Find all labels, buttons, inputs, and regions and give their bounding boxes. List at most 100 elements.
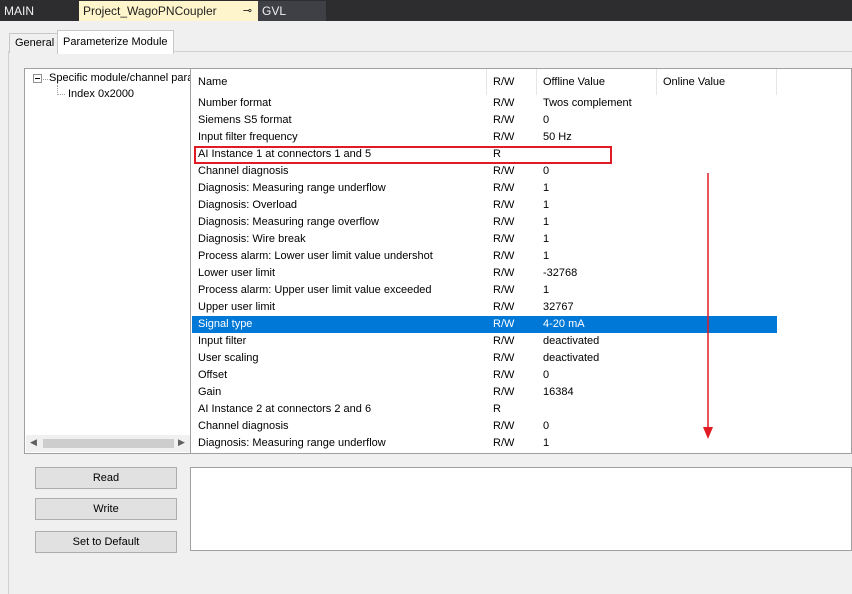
parameter-name-cell: Channel diagnosis	[198, 420, 289, 432]
offline-value-cell[interactable]: deactivated	[543, 350, 599, 367]
table-row[interactable]: Diagnosis: Measuring range underflow R/W 1	[192, 435, 777, 452]
access-cell[interactable]: R/W	[493, 418, 514, 435]
table-row[interactable]: Input filter R/W deactivated	[192, 333, 777, 350]
table-row[interactable]: Upper user limit R/W 32767	[192, 299, 777, 316]
column-header-offline-value[interactable]: Offline Value	[537, 69, 656, 95]
scrollbar-thumb[interactable]	[43, 439, 174, 448]
parameter-name-cell: Input filter	[198, 335, 247, 347]
table-row[interactable]: User scaling R/W deactivated	[192, 350, 777, 367]
down-arrow-annotation	[703, 173, 713, 439]
access-cell[interactable]: R/W	[493, 333, 514, 350]
offline-value-cell[interactable]: 0	[543, 163, 549, 180]
table-row[interactable]: Gain R/W 16384	[192, 384, 777, 401]
editor-window: MAIN Project_WagoPNCoupler ⊸ GVL General…	[0, 0, 852, 594]
module-tree[interactable]: Specific module/channel para Index 0x200…	[24, 68, 191, 454]
scroll-left-icon[interactable]: ◀	[30, 437, 37, 448]
offline-value-cell[interactable]: 16384	[543, 384, 574, 401]
table-row[interactable]: Process alarm: Lower user limit value un…	[192, 248, 777, 265]
offline-value-cell[interactable]: -32768	[543, 265, 577, 282]
doc-tab-gvl[interactable]: GVL	[258, 1, 326, 21]
column-header-online-value[interactable]: Online Value	[657, 69, 776, 95]
column-header-rw[interactable]: R/W	[487, 69, 536, 95]
offline-value-cell[interactable]: 0	[543, 112, 549, 129]
doc-tab-label: GVL	[262, 4, 287, 18]
access-cell[interactable]: R/W	[493, 282, 514, 299]
access-cell[interactable]: R/W	[493, 350, 514, 367]
write-button[interactable]: Write	[35, 498, 177, 520]
access-cell[interactable]: R/W	[493, 129, 514, 146]
table-row[interactable]: AI Instance 2 at connectors 2 and 6 R	[192, 401, 777, 418]
access-cell[interactable]: R/W	[493, 214, 514, 231]
access-cell[interactable]: R/W	[493, 231, 514, 248]
parameter-name-cell: Channel diagnosis	[198, 165, 289, 177]
table-row[interactable]: Signal type R/W 4-20 mA	[192, 316, 777, 333]
table-row[interactable]: Channel diagnosis R/W 0	[192, 418, 777, 435]
offline-value-cell[interactable]: 0	[543, 418, 549, 435]
read-button[interactable]: Read	[35, 467, 177, 489]
access-cell[interactable]: R/W	[493, 367, 514, 384]
offline-value-cell[interactable]: 1	[543, 248, 549, 265]
tree-horizontal-scrollbar[interactable]: ◀ ▶	[26, 435, 190, 452]
offline-value-cell[interactable]: 50 Hz	[543, 129, 572, 146]
access-cell[interactable]: R/W	[493, 180, 514, 197]
tree-connector	[57, 94, 65, 95]
table-row[interactable]: Siemens S5 format R/W 0	[192, 112, 777, 129]
column-header-name[interactable]: Name	[192, 69, 487, 95]
tab-label: Parameterize Module	[63, 36, 168, 48]
tree-node-index-0x2000[interactable]: Index 0x2000	[68, 88, 134, 100]
access-cell[interactable]: R/W	[493, 112, 514, 129]
table-row[interactable]: Diagnosis: Overload R/W 1	[192, 197, 777, 214]
parameter-name-cell: Process alarm: Lower user limit value un…	[198, 250, 433, 262]
tab-general[interactable]: General	[9, 33, 61, 53]
table-row[interactable]: Lower user limit R/W -32768	[192, 265, 777, 282]
offline-value-cell[interactable]: 1	[543, 231, 549, 248]
table-row[interactable]: Input filter frequency R/W 50 Hz	[192, 129, 777, 146]
parameter-name-cell: Lower user limit	[198, 267, 276, 279]
offline-value-cell[interactable]: 1	[543, 214, 549, 231]
access-cell[interactable]: R/W	[493, 435, 514, 452]
access-cell[interactable]: R/W	[493, 316, 514, 333]
doc-tab-project[interactable]: Project_WagoPNCoupler ⊸	[79, 1, 258, 21]
offline-value-cell[interactable]: 32767	[543, 299, 574, 316]
tree-connector	[43, 79, 48, 80]
access-cell[interactable]: R	[493, 401, 501, 418]
tab-parameterize-module[interactable]: Parameterize Module	[57, 30, 174, 54]
offline-value-cell[interactable]: 1	[543, 197, 549, 214]
parameter-name-cell: Upper user limit	[198, 301, 276, 313]
table-row[interactable]: Diagnosis: Measuring range underflow R/W 1	[192, 180, 777, 197]
table-row[interactable]: Offset R/W 0	[192, 367, 777, 384]
table-row[interactable]: Diagnosis: Wire break R/W 1	[192, 231, 777, 248]
scroll-right-icon[interactable]: ▶	[178, 437, 185, 448]
parameter-name-cell: Process alarm: Upper user limit value ex…	[198, 284, 432, 296]
offline-value-cell[interactable]: 1	[543, 282, 549, 299]
access-cell[interactable]: R/W	[493, 248, 514, 265]
parameter-name-cell: Siemens S5 format	[198, 114, 292, 126]
access-cell[interactable]: R/W	[493, 384, 514, 401]
doc-tab-label: MAIN	[4, 4, 34, 18]
table-row[interactable]: Diagnosis: Measuring range overflow R/W 1	[192, 214, 777, 231]
collapse-icon[interactable]	[33, 74, 42, 83]
table-row[interactable]: Process alarm: Upper user limit value ex…	[192, 282, 777, 299]
table-row[interactable]: Number format R/W Twos complement	[192, 95, 777, 112]
tree-node-specific-module[interactable]: Specific module/channel para	[49, 72, 190, 84]
offline-value-cell[interactable]: 0	[543, 367, 549, 384]
access-cell[interactable]: R/W	[493, 265, 514, 282]
access-cell[interactable]: R/W	[493, 95, 514, 112]
access-cell[interactable]: R/W	[493, 163, 514, 180]
offline-value-cell[interactable]: 1	[543, 180, 549, 197]
parameter-grid[interactable]: Name R/W Offline Value Online Value Numb…	[191, 68, 852, 454]
column-divider[interactable]	[776, 69, 777, 95]
table-row[interactable]: Channel diagnosis R/W 0	[192, 163, 777, 180]
parameter-name-cell: Diagnosis: Overload	[198, 199, 298, 211]
doc-tab-main[interactable]: MAIN	[0, 1, 78, 21]
pin-icon[interactable]: ⊸	[243, 1, 252, 21]
set-to-default-button[interactable]: Set to Default	[35, 531, 177, 553]
output-text-area[interactable]	[190, 467, 852, 551]
access-cell[interactable]: R/W	[493, 299, 514, 316]
offline-value-cell[interactable]: Twos complement	[543, 95, 632, 112]
parameter-name-cell: Diagnosis: Wire break	[198, 233, 306, 245]
access-cell[interactable]: R/W	[493, 197, 514, 214]
offline-value-cell[interactable]: 1	[543, 435, 549, 452]
offline-value-cell[interactable]: deactivated	[543, 333, 599, 350]
offline-value-cell[interactable]: 4-20 mA	[543, 316, 585, 333]
